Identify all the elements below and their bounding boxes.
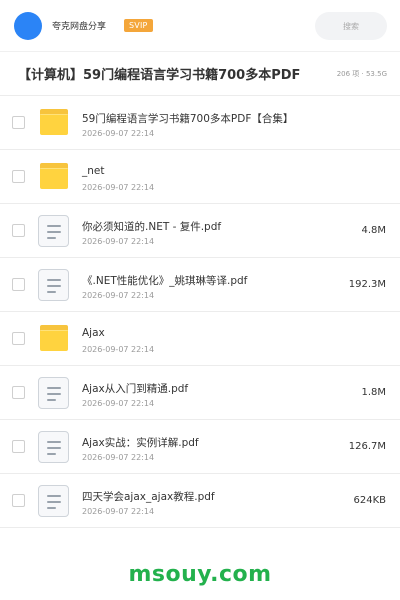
folder-icon: [38, 323, 69, 355]
pdf-file-icon: [38, 377, 69, 409]
file-row[interactable]: 你必须知道的.NET - 复件.pdf 2026-09-07 22:14 4.8M: [0, 204, 400, 258]
file-name[interactable]: 你必须知道的.NET - 复件.pdf: [82, 219, 221, 234]
file-row[interactable]: 四天学会ajax_ajax教程.pdf 2026-09-07 22:14 624KB: [0, 474, 400, 528]
file-date: 2026-09-07 22:14: [82, 237, 155, 246]
site-watermark: msouy.com: [128, 562, 272, 587]
file-date: 2026-09-07 22:14: [82, 345, 155, 354]
pdf-file-icon: [38, 431, 69, 463]
file-date: 2026-09-07 22:14: [82, 291, 155, 300]
file-date: 2026-09-07 22:14: [82, 183, 155, 192]
row-checkbox[interactable]: [12, 440, 25, 453]
file-row[interactable]: 《.NET性能优化》_姚琪琳等译.pdf 2026-09-07 22:14 192.…: [0, 258, 400, 312]
pdf-file-icon: [38, 485, 69, 517]
folder-meta: 206 项 · 53.5G: [336, 70, 387, 78]
file-name[interactable]: 《.NET性能优化》_姚琪琳等译.pdf: [82, 273, 247, 288]
file-size: 1.8M: [361, 387, 386, 398]
page-title: 【计算机】59门编程语言学习书籍700多本PDF: [18, 68, 301, 83]
search-input[interactable]: 搜索: [315, 12, 387, 40]
row-checkbox[interactable]: [12, 278, 25, 291]
file-size: 126.7M: [348, 441, 386, 452]
file-row[interactable]: Ajax 2026-09-07 22:14: [0, 312, 400, 366]
app-name: 夸克网盘分享: [52, 22, 107, 32]
folder-icon: [38, 161, 69, 193]
row-checkbox[interactable]: [12, 494, 25, 507]
search-placeholder: 搜索: [343, 21, 359, 31]
file-size: 192.3M: [348, 279, 386, 290]
file-size: 624KB: [353, 495, 386, 506]
file-row[interactable]: Ajax从入门到精通.pdf 2026-09-07 22:14 1.8M: [0, 366, 400, 420]
file-date: 2026-09-07 22:14: [82, 129, 155, 138]
avatar[interactable]: [14, 11, 42, 40]
file-row[interactable]: 59门编程语言学习书籍700多本PDF【合集】 2026-09-07 22:14: [0, 96, 400, 150]
file-size: 4.8M: [361, 225, 386, 236]
file-date: 2026-09-07 22:14: [82, 453, 155, 462]
file-list: 59门编程语言学习书籍700多本PDF【合集】 2026-09-07 22:14 _…: [0, 96, 400, 528]
svip-badge: SVIP: [124, 19, 153, 32]
row-checkbox[interactable]: [12, 224, 25, 237]
folder-icon: [38, 107, 69, 139]
file-name[interactable]: Ajax: [82, 327, 105, 339]
app-header: 夸克网盘分享 SVIP 搜索: [0, 0, 400, 52]
folder-title-bar: 【计算机】59门编程语言学习书籍700多本PDF 206 项 · 53.5G: [0, 52, 400, 96]
file-name[interactable]: 四天学会ajax_ajax教程.pdf: [82, 489, 215, 504]
row-checkbox[interactable]: [12, 332, 25, 345]
row-checkbox[interactable]: [12, 116, 25, 129]
file-name[interactable]: _net: [82, 165, 104, 177]
file-row[interactable]: Ajax实战：实例详解.pdf 2026-09-07 22:14 126.7M: [0, 420, 400, 474]
pdf-file-icon: [38, 269, 69, 301]
row-checkbox[interactable]: [12, 170, 25, 183]
file-date: 2026-09-07 22:14: [82, 399, 155, 408]
file-name[interactable]: Ajax实战：实例详解.pdf: [82, 435, 199, 450]
file-row[interactable]: _net 2026-09-07 22:14: [0, 150, 400, 204]
row-checkbox[interactable]: [12, 386, 25, 399]
pdf-file-icon: [38, 215, 69, 247]
file-name[interactable]: Ajax从入门到精通.pdf: [82, 381, 188, 396]
file-date: 2026-09-07 22:14: [82, 507, 155, 516]
file-name[interactable]: 59门编程语言学习书籍700多本PDF【合集】: [82, 111, 293, 126]
